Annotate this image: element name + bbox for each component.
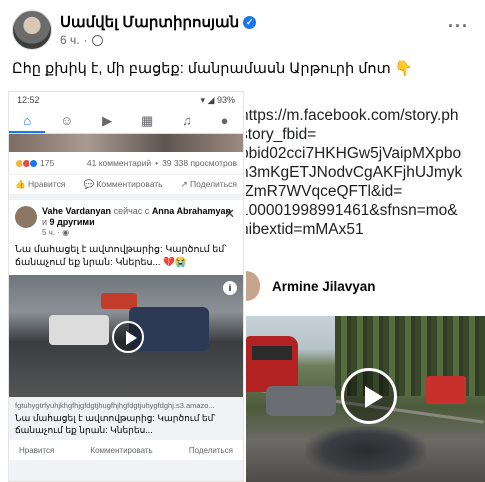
- globe-icon: [91, 34, 103, 46]
- post-header: Սամվել Մարտիրոսյան ✓ 6 ч. ·: [12, 10, 257, 50]
- profile-name: Armine Jilavyan: [272, 278, 376, 294]
- previous-post-image: [9, 134, 243, 152]
- video-thumbnail: i: [9, 275, 243, 397]
- menu-avatar-icon: ●: [220, 113, 229, 128]
- card-author-name: Vahe Vardanyan: [42, 206, 112, 216]
- card-actions: Нравится Комментировать Поделиться: [19, 445, 233, 455]
- post-stats: 175 41 комментарий • 39 338 просмотров: [9, 152, 243, 174]
- card-avatar: [15, 206, 37, 228]
- view-count: 39 338 просмотров: [162, 158, 237, 168]
- story-link-screenshot-image[interactable]: https://m.facebook.com/story.ph story_fb…: [246, 91, 485, 482]
- more-options-icon[interactable]: ···: [448, 16, 469, 37]
- globe-icon: ◉: [62, 228, 70, 237]
- play-icon: [112, 321, 144, 353]
- link-preview: fgtuhygtrfyuhjkhgfhjgfdgtjhugfhjhgfdgtju…: [9, 397, 243, 440]
- verified-badge-icon: ✓: [243, 15, 257, 29]
- phone-screenshot-image[interactable]: 12:52 ▾ ◢ 93% ⌂ ☺ ▶ ▦ ♫ ● 175 41 коммент…: [8, 91, 244, 482]
- close-icon: ✕: [224, 206, 235, 221]
- comment-button: 💬 Комментировать: [83, 179, 163, 189]
- like-button: 👍 Нравится: [15, 179, 66, 189]
- info-icon: i: [223, 281, 237, 295]
- card-text: Նա մահացել է ավտովթարից: Կարծում եմ՝ ճան…: [15, 244, 227, 268]
- story-url-text: https://m.facebook.com/story.ph story_fb…: [246, 107, 463, 238]
- share-button: ↗ Поделиться: [180, 179, 237, 189]
- phone-nav-bar: ⌂ ☺ ▶ ▦ ♫ ●: [9, 108, 243, 134]
- comment-count: 41 комментарий: [86, 158, 152, 168]
- card-time: 5 ч.: [42, 228, 56, 237]
- home-icon: ⌂: [23, 113, 32, 128]
- accident-video-thumbnail: [246, 316, 485, 482]
- post-caption: Ըհը քխիկ է, մի բացեք: մանրամասն Արթուրի …: [12, 61, 413, 77]
- profile-row: Armine Jilavyan: [246, 268, 376, 304]
- train: [246, 336, 298, 392]
- play-icon: [341, 368, 397, 424]
- friends-icon: ☺: [60, 113, 74, 128]
- shared-post-card: Vahe Vardanyan сейчас с Anna Abrahamyan …: [9, 200, 243, 460]
- status-time: 12:52: [17, 95, 40, 105]
- video-icon: ▶: [102, 112, 113, 128]
- author-name[interactable]: Սամվել Մարտիրոսյան: [60, 13, 239, 31]
- post-actions: 👍 Нравится 💬 Комментировать ↗ Поделиться: [9, 174, 243, 194]
- marketplace-icon: ▦: [140, 112, 154, 128]
- reaction-count: 175: [40, 158, 55, 168]
- link-title: Նա մահացել է ավտովթարից: Կարծում եմ՝ ճան…: [15, 413, 216, 435]
- facebook-post: Սամվել Մարտիրոսյան ✓ 6 ч. · ··· Ըհը քխիկ…: [0, 0, 485, 482]
- author-avatar[interactable]: [12, 10, 52, 50]
- reactions-icon: [15, 158, 38, 168]
- post-time[interactable]: 6 ч.: [60, 33, 80, 47]
- phone-status-bar: 12:52 ▾ ◢ 93%: [9, 92, 243, 108]
- bell-icon: ♫: [182, 113, 192, 128]
- link-url: fgtuhygtrfyuhjkhgfhjgfdgtjhugfhjhgfdgtju…: [15, 401, 215, 410]
- status-battery: 93%: [216, 95, 235, 105]
- profile-avatar: [246, 271, 260, 301]
